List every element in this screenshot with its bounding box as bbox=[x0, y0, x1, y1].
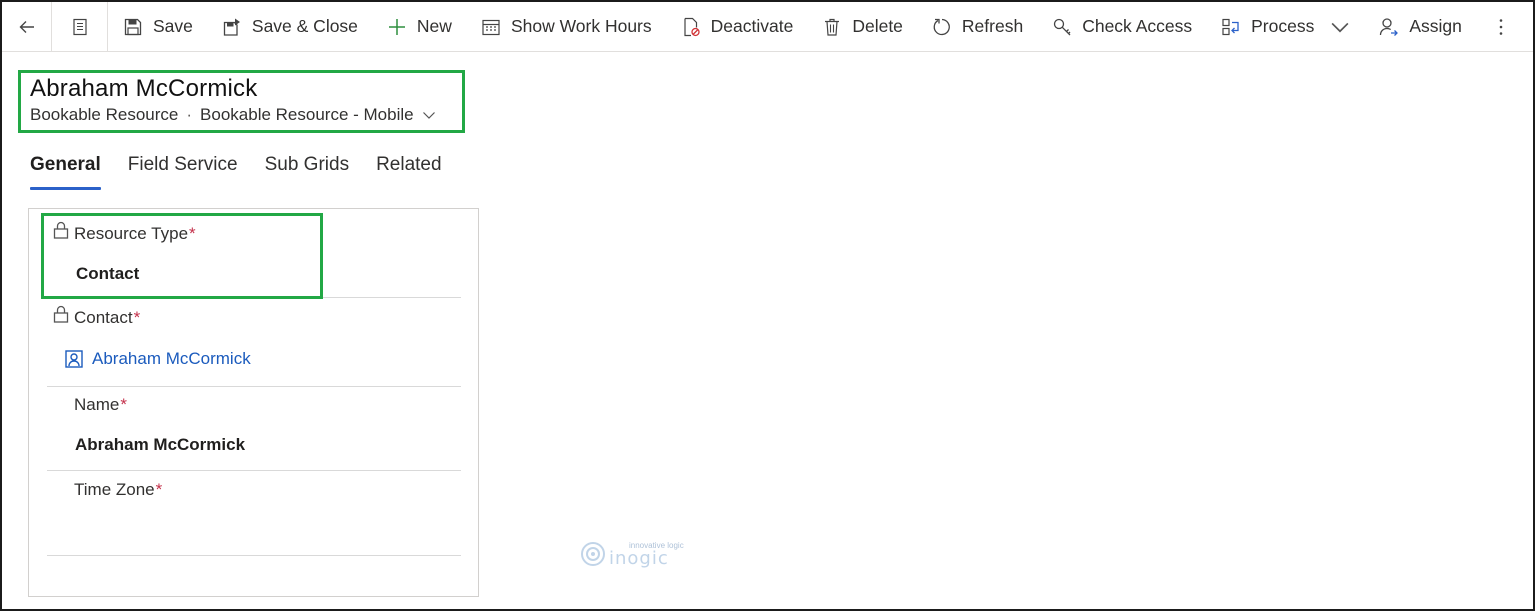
plus-icon bbox=[386, 16, 408, 38]
logo-icon bbox=[581, 542, 605, 566]
tab-related[interactable]: Related bbox=[376, 154, 442, 190]
process-icon bbox=[1220, 16, 1242, 38]
watermark: innovative logic inogic bbox=[579, 540, 684, 568]
form-name: Bookable Resource - Mobile bbox=[200, 105, 414, 124]
name-value: Abraham McCormick bbox=[75, 435, 246, 454]
process-label: Process bbox=[1251, 16, 1315, 36]
contact-label: Contact * bbox=[53, 305, 140, 328]
record-title: Abraham McCormick bbox=[30, 75, 258, 102]
deactivate-button[interactable]: Deactivate bbox=[666, 2, 808, 52]
name-label: Name * bbox=[74, 395, 127, 414]
new-button[interactable]: New bbox=[372, 2, 466, 52]
contact-field: Contact * Abraham McCormick bbox=[47, 298, 461, 387]
check-access-button[interactable]: Check Access bbox=[1037, 2, 1206, 52]
contact-lookup-link[interactable]: Abraham McCormick bbox=[65, 349, 251, 369]
chevron-down-icon[interactable] bbox=[1330, 17, 1350, 37]
save-button[interactable]: Save bbox=[108, 2, 207, 52]
deactivate-icon bbox=[680, 16, 702, 38]
form-switcher[interactable]: Bookable Resource - Mobile bbox=[200, 104, 436, 126]
back-arrow-icon bbox=[16, 16, 38, 38]
delete-button[interactable]: Delete bbox=[807, 2, 917, 52]
lock-icon bbox=[53, 305, 69, 323]
chevron-down-icon bbox=[422, 112, 435, 119]
deactivate-label: Deactivate bbox=[710, 16, 794, 36]
time-zone-field[interactable]: Time Zone * bbox=[47, 471, 461, 556]
trash-icon bbox=[821, 16, 843, 38]
separator: · bbox=[186, 105, 193, 124]
command-bar: Save Save & Close New Show Work Hours De… bbox=[2, 1, 1533, 52]
save-close-icon bbox=[221, 16, 243, 38]
refresh-button[interactable]: Refresh bbox=[917, 2, 1037, 52]
save-close-button[interactable]: Save & Close bbox=[207, 2, 372, 52]
more-icon bbox=[1490, 16, 1512, 38]
tab-general[interactable]: General bbox=[30, 154, 101, 190]
time-zone-label: Time Zone * bbox=[74, 480, 163, 499]
assign-button[interactable]: Assign bbox=[1364, 2, 1476, 52]
show-work-hours-label: Show Work Hours bbox=[510, 16, 652, 36]
more-commands-button[interactable] bbox=[1476, 2, 1526, 52]
record-header: Abraham McCormick Bookable Resource · Bo… bbox=[18, 70, 465, 133]
save-close-label: Save & Close bbox=[251, 16, 358, 36]
form-icon bbox=[69, 16, 91, 38]
new-label: New bbox=[416, 16, 452, 36]
calendar-icon bbox=[480, 16, 502, 38]
key-icon bbox=[1051, 16, 1073, 38]
check-access-label: Check Access bbox=[1082, 16, 1193, 36]
refresh-icon bbox=[931, 16, 953, 38]
refresh-label: Refresh bbox=[961, 16, 1024, 36]
tab-sub-grids[interactable]: Sub Grids bbox=[265, 154, 349, 190]
process-button[interactable]: Process bbox=[1206, 2, 1364, 52]
tab-list: General Field Service Sub Grids Related bbox=[30, 154, 469, 190]
record-subtitle: Bookable Resource · Bookable Resource - … bbox=[30, 104, 462, 126]
entity-name: Bookable Resource bbox=[30, 105, 179, 124]
contact-card-icon bbox=[65, 350, 83, 368]
save-label: Save bbox=[153, 16, 193, 36]
save-icon bbox=[122, 16, 144, 38]
show-work-hours-button[interactable]: Show Work Hours bbox=[466, 2, 666, 52]
resource-type-highlight bbox=[41, 213, 323, 299]
watermark-brand: inogic bbox=[609, 547, 669, 569]
app-frame: Save Save & Close New Show Work Hours De… bbox=[0, 0, 1535, 611]
delete-label: Delete bbox=[852, 16, 903, 36]
assign-icon bbox=[1378, 16, 1400, 38]
assign-label: Assign bbox=[1409, 16, 1462, 36]
form-selector-button[interactable] bbox=[52, 1, 108, 52]
back-button[interactable] bbox=[2, 1, 52, 52]
name-field[interactable]: Name * Abraham McCormick bbox=[47, 387, 461, 471]
tab-field-service[interactable]: Field Service bbox=[128, 154, 238, 190]
